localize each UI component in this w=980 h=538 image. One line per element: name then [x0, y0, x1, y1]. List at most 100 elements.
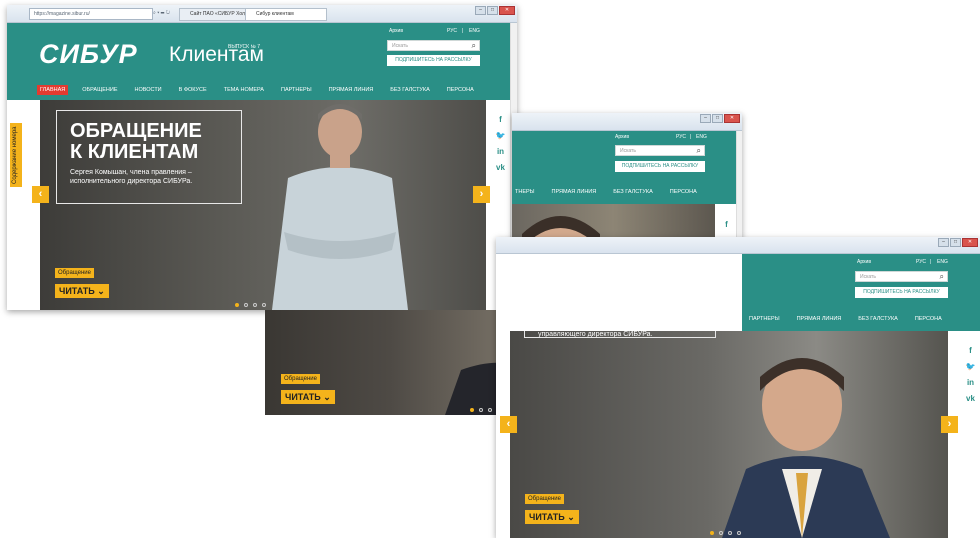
read-button[interactable]: ЧИТАТЬ ⌄	[525, 510, 579, 524]
prev-slide-arrow-icon[interactable]: ‹	[32, 186, 49, 203]
facebook-icon[interactable]: f	[969, 346, 972, 355]
hero-title-line2: К КЛИЕНТАМ	[70, 141, 199, 163]
read-button[interactable]: ЧИТАТЬ ⌄	[55, 284, 109, 298]
slider-pagination	[470, 408, 492, 412]
slide-dot[interactable]	[244, 303, 248, 307]
read-label: ЧИТАТЬ	[59, 286, 95, 296]
lang-ru[interactable]: РУС	[447, 28, 457, 34]
nav-direct-line[interactable]: ПРЯМАЯ ЛИНИЯ	[549, 187, 600, 197]
facebook-icon[interactable]: f	[499, 115, 502, 124]
close-button[interactable]: ✕	[962, 238, 978, 247]
maximize-button[interactable]: □	[712, 114, 723, 123]
contents-side-tab[interactable]: Содержание номера	[10, 123, 22, 187]
search-input[interactable]: Искать ⌕	[615, 145, 705, 156]
search-placeholder: Искать	[620, 148, 636, 154]
chevron-down-icon: ⌄	[97, 286, 105, 296]
lang-sep: |	[690, 134, 692, 140]
category-badge[interactable]: Обращение	[281, 374, 320, 384]
nav-main[interactable]: ГЛАВНАЯ	[37, 85, 69, 95]
lang-sep: |	[930, 259, 932, 265]
tab-sibur-holding[interactable]: Сайт ПАО «СИБУР Холдинг»	[179, 8, 253, 21]
linkedin-icon[interactable]: in	[967, 378, 974, 387]
minimize-button[interactable]: –	[475, 6, 486, 15]
nav-direct-line[interactable]: ПРЯМАЯ ЛИНИЯ	[326, 85, 377, 95]
hero-title-box: ОБРАЩЕНИЕ К КЛИЕНТАМ Сергея Комышан, чле…	[56, 110, 242, 204]
hero-title-line1: ОБРАЩЕНИЕ	[70, 120, 202, 142]
nav-partners[interactable]: ПАРТНЕРЫ	[278, 85, 315, 95]
slide-dot[interactable]	[479, 408, 483, 412]
address-tools[interactable]: ⌕ ▾ ☰ ↻	[149, 8, 179, 18]
search-icon[interactable]: ⌕	[940, 272, 944, 282]
slider-pagination	[235, 303, 266, 307]
slide-dot[interactable]	[488, 408, 492, 412]
slide-dot[interactable]	[719, 531, 723, 535]
subscribe-button[interactable]: ПОДПИШИТЕСЬ НА РАССЫЛКУ	[855, 287, 948, 298]
issue-number: ВЫПУСК № 7	[228, 44, 260, 50]
subscribe-button[interactable]: ПОДПИШИТЕСЬ НА РАССЫЛКУ	[615, 161, 705, 172]
maximize-button[interactable]: □	[950, 238, 961, 247]
category-badge[interactable]: Обращение	[525, 494, 564, 504]
nav-persona[interactable]: ПЕРСОНА	[667, 187, 700, 197]
search-icon[interactable]: ⌕	[697, 146, 701, 156]
close-button[interactable]: ✕	[499, 6, 515, 15]
nav-partners[interactable]: ТНЕРЫ	[512, 187, 538, 197]
search-input[interactable]: Искать ⌕	[855, 271, 948, 282]
screenshot-2-left: Обращение ЧИТАТЬ ⌄	[265, 310, 515, 415]
slide-dot[interactable]	[253, 303, 257, 307]
nav-focus[interactable]: В ФОКУСЕ	[176, 85, 210, 95]
linkedin-icon[interactable]: in	[497, 147, 504, 156]
nav-no-tie[interactable]: БЕЗ ГАЛСТУКА	[855, 314, 901, 324]
screenshot-1: https://magazine.sibur.ru/ ⌕ ▾ ☰ ↻ Сайт …	[7, 5, 517, 310]
nav-issue-topic[interactable]: ТЕМА НОМЕРА	[221, 85, 267, 95]
minimize-button[interactable]: –	[700, 114, 711, 123]
twitter-icon[interactable]: 🐦	[966, 362, 976, 371]
lang-en[interactable]: ENG	[469, 28, 480, 34]
nav-news[interactable]: НОВОСТИ	[132, 85, 165, 95]
archive-link[interactable]: Архив	[857, 259, 871, 265]
social-bar: f 🐦 in vk	[961, 341, 980, 426]
read-button[interactable]: ЧИТАТЬ ⌄	[281, 390, 335, 404]
slide-dot[interactable]	[235, 303, 239, 307]
read-label: ЧИТАТЬ	[285, 392, 321, 402]
twitter-icon[interactable]: 🐦	[496, 131, 506, 140]
tab-sibur-clients[interactable]: Сибур клиентам	[245, 8, 327, 21]
nav-appeal[interactable]: ОБРАЩЕНИЕ	[79, 85, 120, 95]
address-bar[interactable]: https://magazine.sibur.ru/	[29, 8, 153, 20]
next-slide-arrow-icon[interactable]: ›	[473, 186, 490, 203]
facebook-icon[interactable]: f	[725, 220, 728, 229]
slide-dot[interactable]	[262, 303, 266, 307]
maximize-button[interactable]: □	[487, 6, 498, 15]
search-icon[interactable]: ⌕	[472, 41, 476, 51]
vk-icon[interactable]: vk	[966, 394, 975, 403]
next-slide-arrow-icon[interactable]: ›	[941, 416, 958, 433]
archive-link[interactable]: Архив	[615, 134, 629, 140]
lang-ru[interactable]: РУС	[916, 259, 926, 265]
archive-link[interactable]: Архив	[389, 28, 403, 34]
nav-persona[interactable]: ПЕРСОНА	[444, 85, 477, 95]
vk-icon[interactable]: vk	[496, 163, 505, 172]
hero-person-photo	[722, 358, 890, 538]
slide-dot[interactable]	[470, 408, 474, 412]
site-header: Архив РУС | ENG Искать ⌕ ПОДПИШИТЕСЬ НА …	[742, 254, 980, 331]
hero-slider: ОБРАЩЕНИЕ К КЛИЕНТАМ Сергея Комышан, чле…	[40, 100, 486, 310]
slide-dot[interactable]	[737, 531, 741, 535]
slide-dot[interactable]	[710, 531, 714, 535]
lang-ru[interactable]: РУС	[676, 134, 686, 140]
nav-no-tie[interactable]: БЕЗ ГАЛСТУКА	[610, 187, 656, 197]
category-badge[interactable]: Обращение	[55, 268, 94, 278]
nav-partners[interactable]: ПАРТНЕРЫ	[746, 314, 783, 324]
logo-sibur[interactable]: СИБУР	[39, 39, 138, 70]
nav-no-tie[interactable]: БЕЗ ГАЛСТУКА	[387, 85, 433, 95]
lang-en[interactable]: ENG	[696, 134, 707, 140]
nav-persona[interactable]: ПЕРСОНА	[912, 314, 945, 324]
minimize-button[interactable]: –	[938, 238, 949, 247]
lang-en[interactable]: ENG	[937, 259, 948, 265]
subscribe-button[interactable]: ПОДПИШИТЕСЬ НА РАССЫЛКУ	[387, 55, 480, 66]
main-nav: ТНЕРЫ ПРЯМАЯ ЛИНИЯ БЕЗ ГАЛСТУКА ПЕРСОНА	[512, 187, 711, 197]
slide-dot[interactable]	[728, 531, 732, 535]
nav-direct-line[interactable]: ПРЯМАЯ ЛИНИЯ	[794, 314, 845, 324]
search-input[interactable]: Искать ⌕	[387, 40, 480, 51]
prev-slide-arrow-icon[interactable]: ‹	[500, 416, 517, 433]
main-nav: ПАРТНЕРЫ ПРЯМАЯ ЛИНИЯ БЕЗ ГАЛСТУКА ПЕРСО…	[746, 314, 956, 324]
close-button[interactable]: ✕	[724, 114, 740, 123]
